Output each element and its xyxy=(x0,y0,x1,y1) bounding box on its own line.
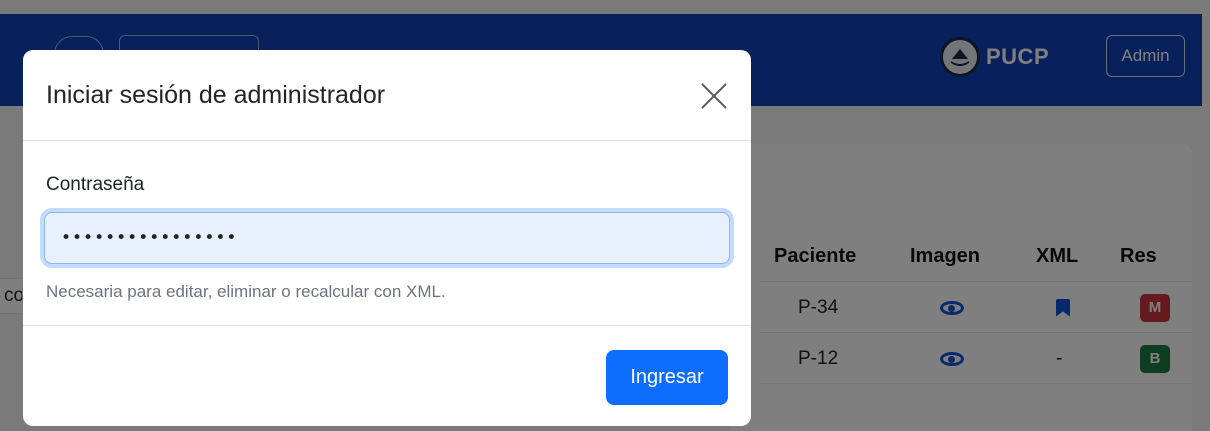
modal-footer: Ingresar xyxy=(23,325,751,426)
login-submit-button[interactable]: Ingresar xyxy=(606,350,728,405)
admin-login-modal: Iniciar sesión de administrador Contrase… xyxy=(23,50,751,426)
modal-header: Iniciar sesión de administrador xyxy=(23,50,751,141)
modal-body: Contraseña Necesaria para editar, elimin… xyxy=(23,141,751,326)
close-button[interactable] xyxy=(697,79,731,113)
password-help-text: Necesaria para editar, eliminar o recalc… xyxy=(46,282,446,301)
password-input[interactable] xyxy=(44,212,730,264)
password-label: Contraseña xyxy=(46,174,145,195)
modal-title: Iniciar sesión de administrador xyxy=(46,81,386,109)
